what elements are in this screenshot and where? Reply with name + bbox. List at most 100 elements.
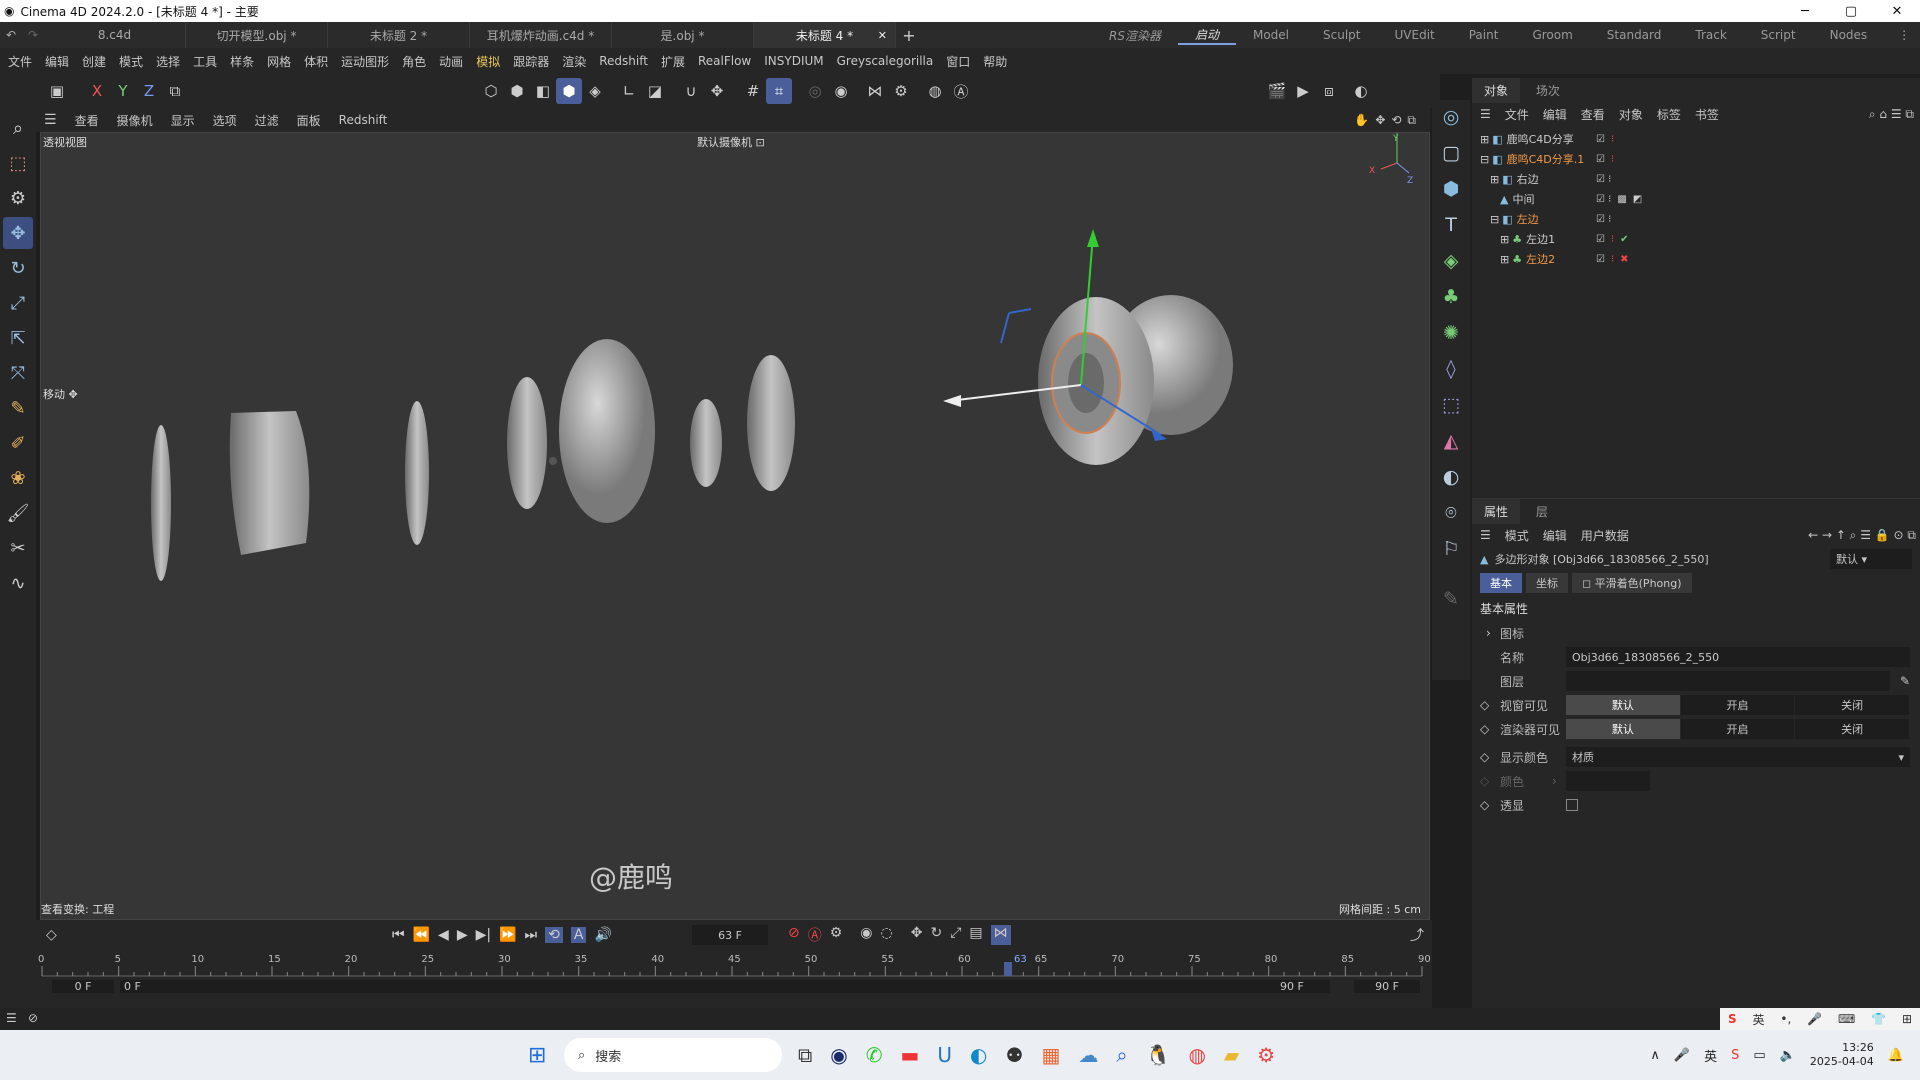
- expand-icon[interactable]: ⊞: [1490, 173, 1499, 186]
- om-menu-icon[interactable]: ☰: [1480, 107, 1491, 121]
- app-colors-icon[interactable]: ▦: [1041, 1043, 1060, 1067]
- axis-z-button[interactable]: Z: [136, 78, 162, 104]
- axis-x-button[interactable]: X: [84, 78, 110, 104]
- vis-editor-on[interactable]: 开启: [1680, 695, 1795, 715]
- menu-help[interactable]: 帮助: [983, 53, 1007, 70]
- subdivision-icon[interactable]: ◈: [1435, 244, 1467, 278]
- symmetry-icon[interactable]: ⋈: [862, 78, 888, 104]
- keyframe-diamond-icon[interactable]: ◇: [1480, 798, 1489, 812]
- sound-icon[interactable]: 🔊: [594, 927, 611, 943]
- menu-edit[interactable]: 编辑: [45, 53, 69, 70]
- keyframe-icon[interactable]: ◇: [46, 927, 57, 943]
- doc-tab-1[interactable]: 切开模型.obj *: [186, 22, 328, 48]
- clock[interactable]: 13:26 2025-04-04: [1810, 1041, 1874, 1069]
- menu-insydium[interactable]: INSYDIUM: [764, 54, 823, 68]
- render-view-icon[interactable]: ◍: [922, 78, 948, 104]
- status-menu-icon[interactable]: ☰: [6, 1011, 17, 1025]
- key-position-icon[interactable]: ✥: [911, 925, 923, 945]
- magnet-icon[interactable]: ∪: [678, 78, 704, 104]
- scale-tool-icon[interactable]: ⤢: [3, 287, 33, 319]
- locked-workplane-icon[interactable]: ◉: [828, 78, 854, 104]
- menu-volume[interactable]: 体积: [304, 53, 328, 70]
- render-region-icon[interactable]: 🎬: [1264, 78, 1290, 104]
- ime-toolbar[interactable]: S 英 •, 🎤 ⌨ 👕 ⊞: [1720, 1008, 1920, 1030]
- tab-takes[interactable]: 场次: [1524, 78, 1572, 103]
- maximize-button[interactable]: ▢: [1828, 4, 1874, 19]
- model-mode-icon[interactable]: ⬢: [556, 78, 582, 104]
- object-row[interactable]: ⊟ ◧ 左边 ☑ ⁝: [1472, 209, 1920, 229]
- light-icon[interactable]: ⚐: [1435, 532, 1467, 566]
- snap-icon[interactable]: ⌗: [766, 78, 792, 104]
- app-dots-icon[interactable]: ⚉: [1006, 1043, 1024, 1067]
- object-row[interactable]: ⊞ ◧ 鹿鸣C4D分享 ☑ ⁝: [1472, 129, 1920, 149]
- render-active-view-icon[interactable]: ▶: [1290, 78, 1316, 104]
- app-blue-icon[interactable]: U: [937, 1043, 952, 1067]
- tab-layers[interactable]: 层: [1524, 499, 1560, 524]
- vis-render-off[interactable]: 关闭: [1795, 719, 1910, 739]
- taskbar-search[interactable]: ⌕ 搜索: [564, 1038, 782, 1072]
- keyframe-diamond-icon[interactable]: ◇: [1480, 722, 1489, 736]
- app-cloud-icon[interactable]: ☁: [1078, 1043, 1098, 1067]
- om-menu-view[interactable]: 查看: [1581, 106, 1605, 123]
- menu-file[interactable]: 文件: [8, 53, 32, 70]
- vp-menu-panel[interactable]: 面板: [297, 112, 321, 129]
- live-selection-icon[interactable]: ⬚: [3, 147, 33, 179]
- polygons-mode-icon[interactable]: ◧: [530, 78, 556, 104]
- layout-tab-startup[interactable]: 启动: [1177, 26, 1236, 45]
- layer-field[interactable]: [1566, 671, 1890, 691]
- coordinate-system-icon[interactable]: ⧉: [162, 78, 188, 104]
- spline-sketch-icon[interactable]: ✐: [3, 427, 33, 459]
- layout-tab-groom[interactable]: Groom: [1515, 28, 1589, 42]
- loop-icon[interactable]: ⟲: [545, 927, 563, 943]
- key-point-icon[interactable]: ⋈: [990, 925, 1011, 945]
- modeling-settings-icon[interactable]: ⚙: [888, 78, 914, 104]
- om-menu-file[interactable]: 文件: [1505, 106, 1529, 123]
- om-menu-bookmark[interactable]: 书签: [1695, 106, 1719, 123]
- menu-mograph[interactable]: 运动图形: [341, 53, 389, 70]
- redo-icon[interactable]: ↷: [22, 28, 44, 42]
- subtab-phong[interactable]: ◻ 平滑着色(Phong): [1572, 573, 1692, 593]
- menu-spline[interactable]: 样条: [230, 53, 254, 70]
- auto-icon[interactable]: A: [570, 927, 587, 943]
- next-key-icon[interactable]: ⏩: [499, 927, 516, 943]
- cube-object-icon[interactable]: ⬢: [1435, 172, 1467, 206]
- solo-icon[interactable]: ◪: [642, 78, 668, 104]
- om-menu-object[interactable]: 对象: [1619, 106, 1643, 123]
- placement-tool-icon[interactable]: ⇱: [3, 322, 33, 354]
- vp-menu-view[interactable]: 查看: [75, 112, 99, 129]
- object-row[interactable]: ▲ 中间 ☑ ⁝ ▩ ◩: [1472, 189, 1920, 209]
- am-menu-mode[interactable]: 模式: [1505, 527, 1529, 544]
- layout-tab-rs[interactable]: RS渲染器: [1092, 27, 1178, 44]
- key-settings-icon[interactable]: ⚙: [830, 925, 843, 945]
- keyframe-diamond-icon[interactable]: ◇: [1480, 750, 1489, 764]
- layout-tab-uvedit[interactable]: UVEdit: [1378, 28, 1452, 42]
- curve-editor-icon[interactable]: ⤴: [1410, 925, 1424, 945]
- key-param-icon[interactable]: ▤: [969, 925, 982, 945]
- volume-icon[interactable]: 🔈: [1780, 1048, 1796, 1063]
- vp-menu-display[interactable]: 显示: [171, 112, 195, 129]
- axis-mode-icon[interactable]: ∟: [616, 78, 642, 104]
- render-settings-icon[interactable]: ◐: [1348, 78, 1374, 104]
- app-red-icon[interactable]: ▬: [901, 1043, 920, 1067]
- record-icon[interactable]: ⊘: [788, 925, 800, 945]
- tray-chevron-icon[interactable]: ∧: [1650, 1048, 1660, 1063]
- menu-window[interactable]: 窗口: [946, 53, 970, 70]
- vis-editor-off[interactable]: 关闭: [1795, 695, 1910, 715]
- deformer-icon[interactable]: ◊: [1435, 352, 1467, 386]
- vis-editor-default[interactable]: 默认: [1566, 695, 1680, 715]
- menu-animate[interactable]: 动画: [439, 53, 463, 70]
- vp-menu-options[interactable]: 选项: [213, 112, 237, 129]
- layout-tab-nodes[interactable]: Nodes: [1813, 28, 1885, 42]
- layout-tab-track[interactable]: Track: [1678, 28, 1743, 42]
- rotate-tool-icon[interactable]: ↻: [3, 252, 33, 284]
- am-menu-userdata[interactable]: 用户数据: [1581, 527, 1629, 544]
- object-row[interactable]: ⊞ ♣ 左边2 ☑ ⁝ ✖: [1472, 249, 1920, 269]
- color-field[interactable]: [1566, 771, 1650, 791]
- add-tab-button[interactable]: +: [896, 26, 922, 45]
- cloner-icon[interactable]: ♣: [1435, 280, 1467, 314]
- edge-icon[interactable]: ◐: [970, 1043, 987, 1067]
- collapse-icon[interactable]: ⊟: [1480, 153, 1489, 166]
- layout-tab-model[interactable]: Model: [1236, 28, 1306, 42]
- axis-y-button[interactable]: Y: [110, 78, 136, 104]
- motion-record-icon[interactable]: ◌: [881, 925, 893, 945]
